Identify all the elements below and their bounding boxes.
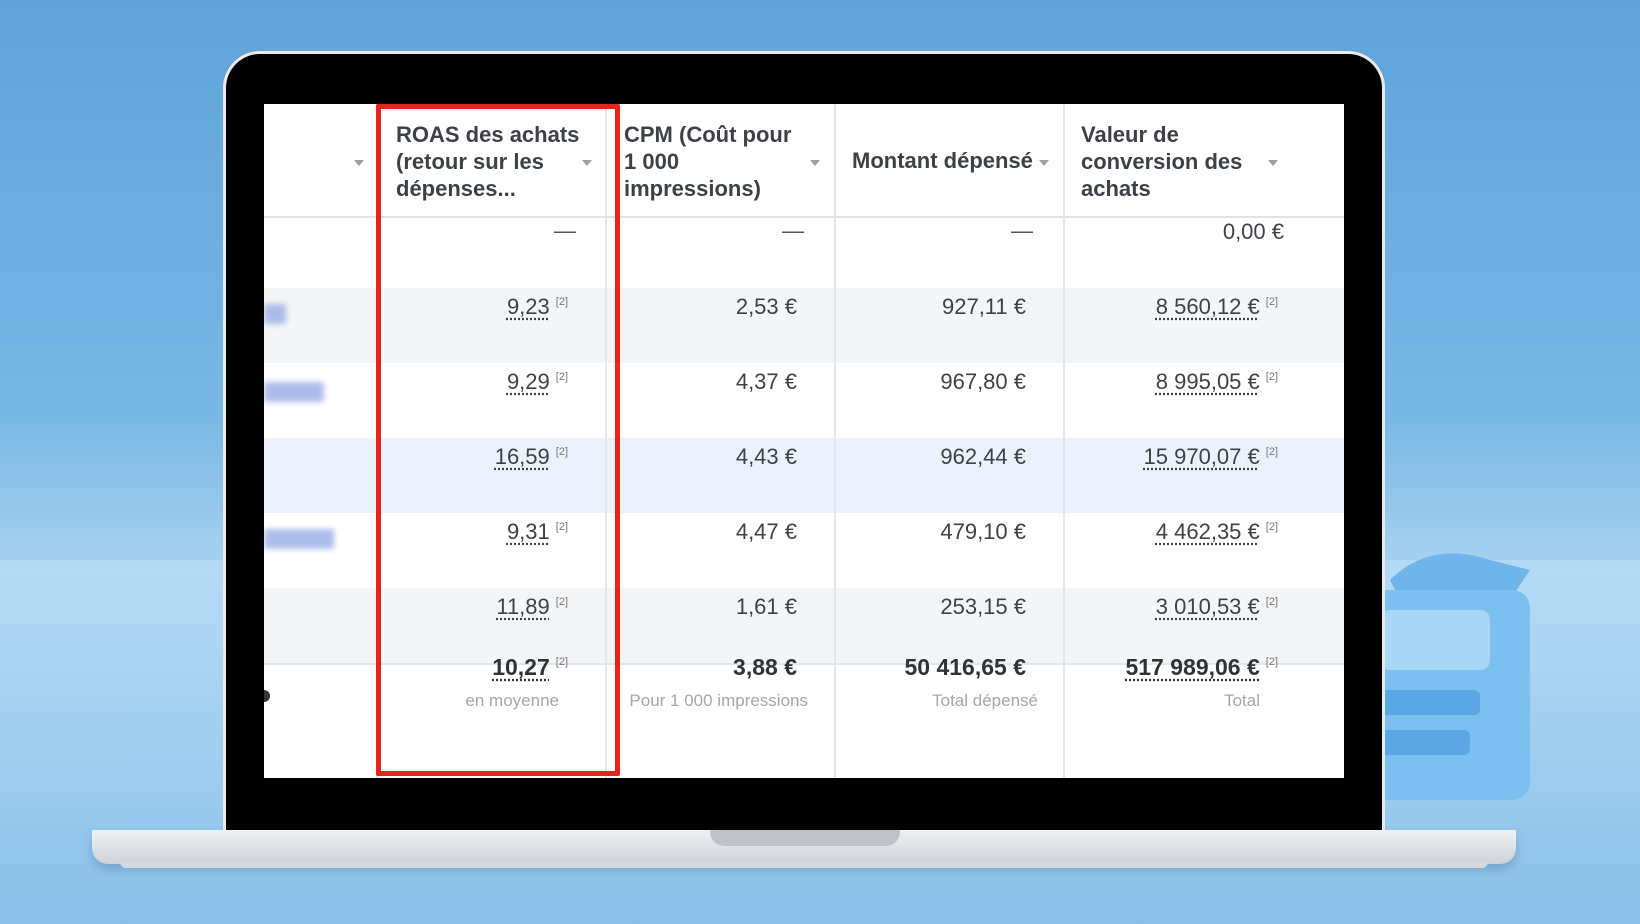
- cpm-value: 4,47 €: [735, 519, 797, 544]
- conversion-value[interactable]: 8 995,05 € [2]: [1156, 369, 1278, 395]
- conversion-link[interactable]: 8 995,05 €: [1156, 369, 1260, 394]
- laptop-base-lip: [120, 862, 1488, 868]
- cpm-value: 1,61 €: [735, 594, 797, 619]
- header-conversion[interactable]: Valeur de conversion des achats: [1081, 121, 1271, 202]
- header-conversion-line: conversion des: [1081, 149, 1243, 174]
- header-cpm-line: impressions): [624, 176, 761, 201]
- conversion-link[interactable]: 4 462,35 €: [1156, 519, 1260, 544]
- attribution-marker: [2]: [1265, 521, 1278, 533]
- cpm-value: 4,43 €: [735, 444, 797, 469]
- sort-caret-icon[interactable]: [1039, 160, 1049, 166]
- conversion-value: 0,00 €: [1222, 219, 1284, 244]
- sort-caret-icon[interactable]: [354, 160, 364, 166]
- spent-value: 479,10 €: [940, 519, 1026, 544]
- blurred-campaign-name: [264, 529, 334, 549]
- blurred-campaign-name: [264, 304, 286, 324]
- total-spent-label: Total dépensé: [932, 691, 1038, 710]
- attribution-marker: [2]: [1265, 371, 1278, 383]
- conversion-link[interactable]: 8 560,12 €: [1156, 294, 1260, 319]
- conversion-value[interactable]: 3 010,53 € [2]: [1156, 594, 1278, 620]
- total-spent-value: 50 416,65 €: [904, 654, 1026, 680]
- total-cpm-value: 3,88 €: [733, 654, 797, 680]
- sort-caret-icon[interactable]: [810, 160, 820, 166]
- header-conversion-line: achats: [1081, 176, 1151, 201]
- laptop-notch: [710, 830, 900, 846]
- total-conversion-value[interactable]: 517 989,06 €: [1125, 654, 1259, 680]
- header-cpm-line: CPM (Coût pour: [624, 122, 792, 147]
- spent-value: 962,44 €: [940, 444, 1026, 469]
- roas-column-highlight: [376, 104, 620, 776]
- conversion-value[interactable]: 4 462,35 € [2]: [1156, 519, 1278, 545]
- total-cpm-label: Pour 1 000 impressions: [629, 691, 808, 710]
- conversion-value[interactable]: 8 560,12 € [2]: [1156, 294, 1278, 320]
- attribution-marker: [2]: [1265, 296, 1278, 308]
- attribution-marker: [2]: [1265, 446, 1278, 458]
- header-cpm-line: 1 000: [624, 149, 680, 174]
- empty-value-spent: —: [1011, 218, 1033, 243]
- header-conversion-line: Valeur de: [1081, 122, 1179, 147]
- conversion-link[interactable]: 3 010,53 €: [1156, 594, 1260, 619]
- spent-value: 253,15 €: [940, 594, 1026, 619]
- cpm-value: 4,37 €: [735, 369, 797, 394]
- total-cpm: 3,88 €: [733, 654, 797, 681]
- spent-value: 967,80 €: [940, 369, 1026, 394]
- attribution-marker: [2]: [1265, 596, 1278, 608]
- blurred-campaign-name: [264, 382, 324, 402]
- attribution-marker: [2]: [1265, 656, 1278, 668]
- empty-value-cpm: —: [782, 218, 804, 243]
- total-conversion[interactable]: 517 989,06 € [2]: [1125, 654, 1278, 681]
- conversion-link[interactable]: 15 970,07 €: [1144, 444, 1260, 469]
- conversion-value[interactable]: 15 970,07 € [2]: [1144, 444, 1278, 470]
- header-spent[interactable]: Montant dépensé: [852, 147, 1042, 174]
- total-conversion-label: Total: [1224, 691, 1260, 710]
- printer-illustration: [1370, 553, 1530, 800]
- header-cpm[interactable]: CPM (Coût pour 1 000 impressions): [624, 121, 814, 202]
- total-spent: 50 416,65 €: [904, 654, 1026, 681]
- sort-caret-icon[interactable]: [1268, 160, 1278, 166]
- header-spent-line: Montant dépensé: [852, 148, 1033, 173]
- cpm-value: 2,53 €: [735, 294, 797, 319]
- spent-value: 927,11 €: [941, 294, 1026, 319]
